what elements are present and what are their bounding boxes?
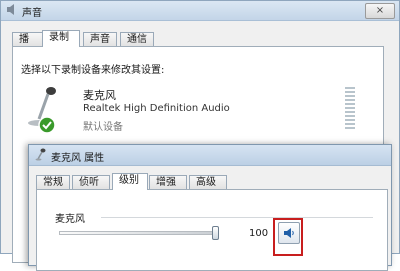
close-button[interactable]: × bbox=[365, 3, 395, 19]
properties-title: 麦克风 属性 bbox=[51, 153, 105, 164]
tab-sounds[interactable]: 声音 bbox=[83, 32, 117, 46]
slider-track bbox=[59, 231, 219, 235]
microphone-icon bbox=[35, 148, 46, 161]
device-name: 麦克风 bbox=[83, 89, 116, 102]
sound-tabs: 播放 录制 声音 通信 bbox=[12, 30, 392, 59]
device-description: Realtek High Definition Audio bbox=[83, 103, 230, 114]
sound-window-titlebar[interactable]: 声音 × bbox=[1, 1, 399, 21]
level-meter bbox=[345, 87, 355, 129]
microphone-icon bbox=[28, 87, 56, 134]
tab-levels[interactable]: 级别 bbox=[112, 173, 148, 190]
tab-recording[interactable]: 录制 bbox=[42, 30, 80, 47]
tab-advanced[interactable]: 高级 bbox=[189, 175, 227, 189]
device-status: 默认设备 bbox=[83, 122, 123, 133]
levels-panel: 麦克风 100 bbox=[36, 189, 388, 271]
slider-thumb[interactable] bbox=[212, 226, 219, 240]
sound-window-title: 声音 bbox=[22, 8, 42, 19]
microphone-group-label: 麦克风 bbox=[55, 214, 85, 225]
tab-listen[interactable]: 侦听 bbox=[72, 175, 110, 189]
check-icon bbox=[38, 116, 56, 134]
highlight-box bbox=[273, 218, 303, 256]
tab-enhancements[interactable]: 增强 bbox=[149, 175, 187, 189]
device-item-microphone[interactable]: 麦克风 Realtek High Definition Audio 默认设备 bbox=[21, 83, 373, 137]
tab-communications[interactable]: 通信 bbox=[120, 32, 154, 46]
volume-value: 100 bbox=[249, 228, 269, 239]
group-divider bbox=[101, 217, 373, 218]
tab-playback[interactable]: 播放 bbox=[12, 32, 43, 59]
sound-icon bbox=[7, 4, 14, 15]
volume-slider[interactable] bbox=[59, 226, 219, 240]
properties-tabs: 常规 侦听 级别 增强 高级 bbox=[36, 173, 376, 190]
properties-titlebar[interactable]: 麦克风 属性 bbox=[29, 145, 391, 166]
tab-general[interactable]: 常规 bbox=[36, 175, 70, 189]
instruction-text: 选择以下录制设备来修改其设置: bbox=[21, 65, 165, 76]
microphone-properties-window: 麦克风 属性 常规 侦听 级别 增强 高级 麦克风 100 bbox=[28, 144, 392, 271]
